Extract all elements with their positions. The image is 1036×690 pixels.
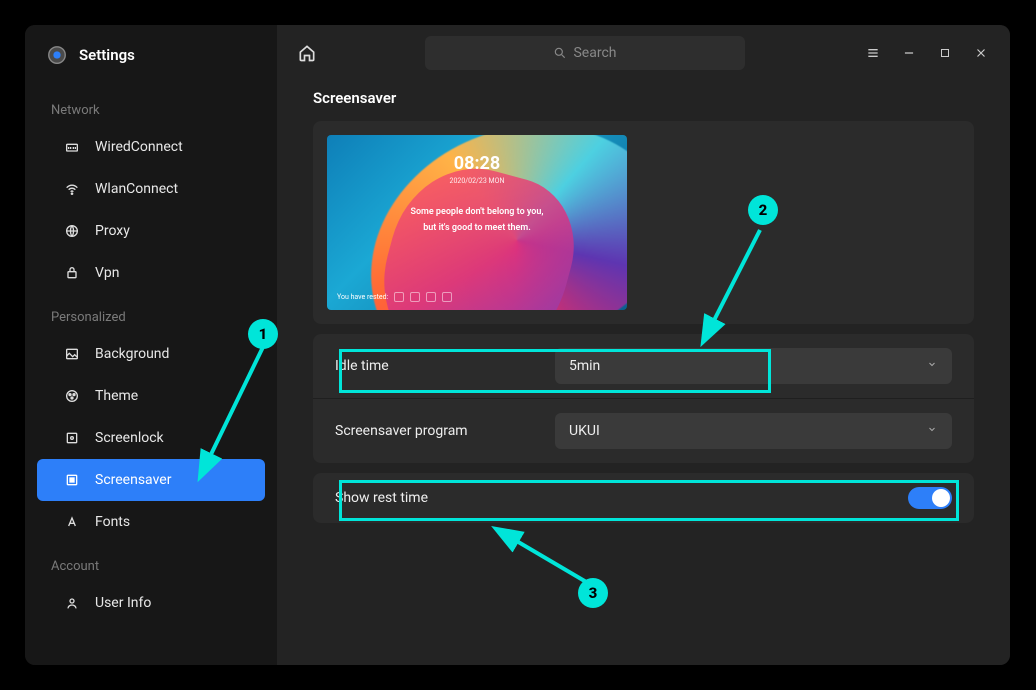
sidebar-header: Settings (25, 43, 277, 87)
preview-quote-1: Some people don't belong to you, (327, 207, 627, 217)
user-icon (63, 594, 81, 612)
close-button[interactable] (972, 44, 990, 62)
sidebar-item-userinfo[interactable]: User Info (37, 582, 265, 624)
menu-button[interactable] (864, 44, 882, 62)
program-value: UKUI (569, 423, 600, 439)
section-title: Screensaver (313, 89, 974, 107)
sidebar-item-label: Theme (95, 388, 138, 404)
maximize-button[interactable] (936, 44, 954, 62)
screensaver-settings-panel: Idle time 5min Screensaver program UKUI (313, 334, 974, 463)
window-controls (864, 44, 996, 62)
sidebar-item-fonts[interactable]: Fonts (37, 501, 265, 543)
sidebar-item-label: Vpn (95, 265, 120, 281)
sidebar-item-wiredconnect[interactable]: WiredConnect (37, 126, 265, 168)
sidebar-item-proxy[interactable]: Proxy (37, 210, 265, 252)
app-title: Settings (79, 46, 135, 64)
preview-footer: You have rested: (337, 292, 452, 302)
idle-time-label: Idle time (335, 358, 555, 374)
theme-icon (63, 387, 81, 405)
topbar: Search (277, 25, 1010, 81)
program-select[interactable]: UKUI (555, 413, 952, 449)
chevron-down-icon (926, 423, 938, 439)
screensaver-preview-panel: 08:28 2020/02/23 MON Some people don't b… (313, 121, 974, 324)
minimize-button[interactable] (900, 44, 918, 62)
settings-app-icon (45, 43, 69, 67)
screensaver-preview[interactable]: 08:28 2020/02/23 MON Some people don't b… (327, 135, 627, 310)
search-placeholder: Search (573, 45, 616, 61)
sidebar-group-account: Account (25, 543, 277, 582)
preview-time: 08:28 (327, 153, 627, 174)
wifi-icon (63, 180, 81, 198)
ethernet-icon (63, 138, 81, 156)
vpn-icon (63, 264, 81, 282)
screensaver-icon (63, 471, 81, 489)
sidebar-item-label: Screenlock (95, 430, 164, 446)
setting-idle-time: Idle time 5min (313, 334, 974, 398)
home-button[interactable] (291, 37, 323, 69)
annotation-badge-2: 2 (748, 195, 778, 225)
search-input[interactable]: Search (425, 36, 745, 70)
chevron-down-icon (926, 358, 938, 374)
sidebar-group-network: Network (25, 87, 277, 126)
fonts-icon (63, 513, 81, 531)
sidebar-item-label: Proxy (95, 223, 130, 239)
sidebar-item-screenlock[interactable]: Screenlock (37, 417, 265, 459)
sidebar-item-background[interactable]: Background (37, 333, 265, 375)
annotation-badge-3: 3 (578, 578, 608, 608)
main-area: Search Screensaver 08:28 2020/02/23 MON (277, 25, 1010, 665)
preview-quote-2: but it's good to meet them. (327, 223, 627, 233)
lock-icon (63, 429, 81, 447)
rest-time-toggle[interactable] (908, 487, 952, 509)
sidebar-item-label: WlanConnect (95, 181, 178, 197)
idle-time-value: 5min (569, 358, 600, 374)
sidebar-item-label: WiredConnect (95, 139, 183, 155)
image-icon (63, 345, 81, 363)
screensaver-rest-panel: Show rest time (313, 473, 974, 523)
idle-time-select[interactable]: 5min (555, 348, 952, 384)
rest-time-label: Show rest time (335, 490, 555, 506)
sidebar-item-label: Background (95, 346, 169, 362)
preview-date: 2020/02/23 MON (327, 177, 627, 185)
sidebar-item-label: User Info (95, 595, 151, 611)
program-label: Screensaver program (335, 423, 555, 439)
setting-screensaver-program: Screensaver program UKUI (313, 398, 974, 463)
home-icon (297, 43, 317, 63)
sidebar: Settings Network WiredConnect WlanConnec… (25, 25, 277, 665)
proxy-icon (63, 222, 81, 240)
sidebar-item-theme[interactable]: Theme (37, 375, 265, 417)
sidebar-item-wlanconnect[interactable]: WlanConnect (37, 168, 265, 210)
sidebar-item-label: Screensaver (95, 472, 171, 488)
sidebar-group-personalized: Personalized (25, 294, 277, 333)
sidebar-item-label: Fonts (95, 514, 130, 530)
sidebar-item-screensaver[interactable]: Screensaver (37, 459, 265, 501)
setting-show-rest-time: Show rest time (313, 473, 974, 523)
toggle-knob (932, 489, 950, 507)
sidebar-item-vpn[interactable]: Vpn (37, 252, 265, 294)
content: Screensaver 08:28 2020/02/23 MON Some pe… (277, 81, 1010, 665)
search-icon (553, 46, 567, 60)
annotation-badge-1: 1 (248, 319, 278, 349)
